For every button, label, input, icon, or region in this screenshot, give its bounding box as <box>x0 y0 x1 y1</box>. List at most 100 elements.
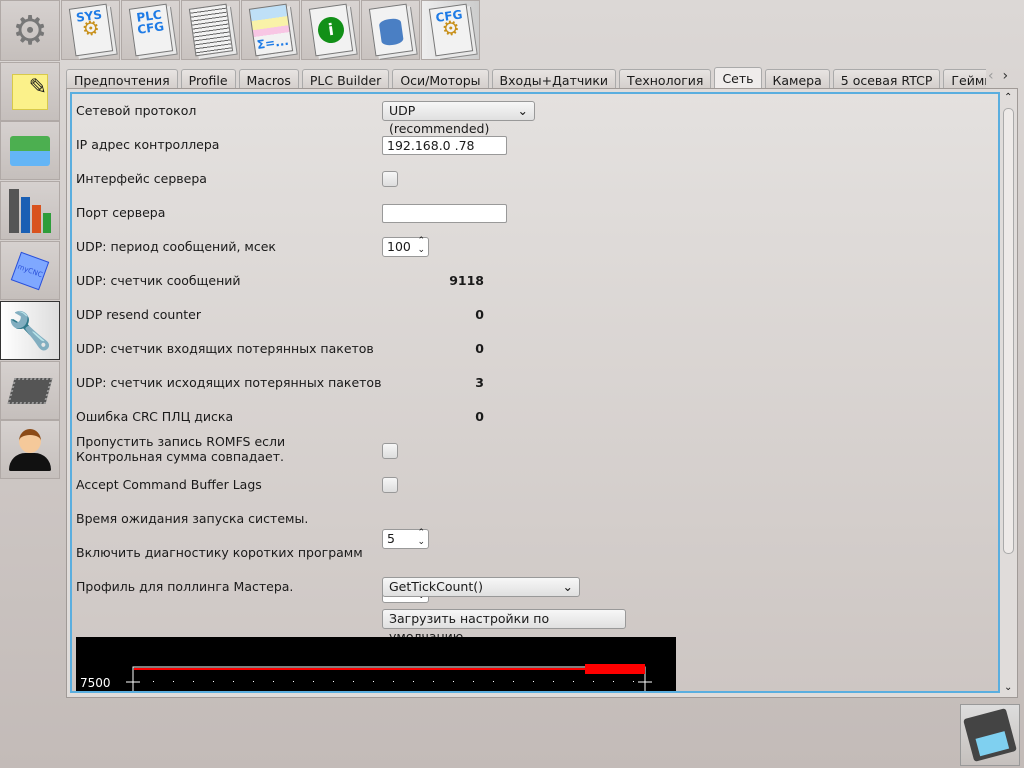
sidebar-tools-chart[interactable] <box>0 181 60 240</box>
grid-dot <box>333 681 334 682</box>
udp-period-label: UDP: период сообщений, мсек <box>76 239 276 254</box>
sidebar-mycnc[interactable]: myCNC <box>0 241 60 300</box>
grid-dot <box>153 681 154 682</box>
chevron-down-icon: ⌄ <box>562 579 573 594</box>
grid-dot <box>593 681 594 682</box>
toolbar-plc-config[interactable]: PLC CFG <box>121 0 180 60</box>
polling-profile-label: Профиль для поллинга Мастера. <box>76 579 294 594</box>
udp-resend-label: UDP resend counter <box>76 307 201 322</box>
grid-dot <box>253 681 254 682</box>
grid-dot <box>413 681 414 682</box>
grid-dot <box>513 681 514 682</box>
plot-frame <box>132 666 646 691</box>
bar-chart-icon <box>9 188 51 233</box>
grid-dots <box>153 681 634 682</box>
tab-scroll-right-icon[interactable]: › <box>1003 68 1009 84</box>
load-defaults-button[interactable]: Загрузить настройки по умолчанию <box>382 609 626 644</box>
skip-romfs-checkbox[interactable] <box>382 443 398 459</box>
chip-icon <box>7 377 53 404</box>
toolbar-info[interactable]: i <box>301 0 360 60</box>
grid-dot <box>353 681 354 682</box>
udp-resend-value: 0 <box>475 307 484 322</box>
scrollbar-thumb[interactable] <box>1003 108 1014 554</box>
grid-dot <box>453 681 454 682</box>
network-settings-panel: Сетевой протокол UDP (recommended) ⌄ IP а… <box>66 88 1018 698</box>
startup-timeout-label: Время ожидания запуска системы. <box>76 511 309 526</box>
chevron-down-icon: ⌄ <box>517 103 528 118</box>
tab-0[interactable]: Предпочтения <box>66 69 178 89</box>
info-label: i <box>315 15 346 45</box>
startup-timeout-spinbox[interactable]: 5 ⌃ ⌄ <box>382 529 429 549</box>
books-icon <box>10 135 50 166</box>
server-interface-label: Интерфейс сервера <box>76 171 207 186</box>
sidebar-chip[interactable] <box>0 361 60 420</box>
scroll-down-icon[interactable]: ⌄ <box>1004 682 1012 693</box>
udp-out-lost-label: UDP: счетчик исходящих потерянных пакето… <box>76 375 382 390</box>
tab-8[interactable]: Камера <box>764 69 830 89</box>
sidebar-user[interactable] <box>0 420 60 479</box>
server-port-label: Порт сервера <box>76 205 166 220</box>
tab-3[interactable]: PLC Builder <box>301 69 390 89</box>
tab-bar: Предпочтения Profile Macros PLC Builder Оси/… <box>66 67 986 89</box>
udp-counter-label: UDP: счетчик сообщений <box>76 273 241 288</box>
save-button[interactable] <box>960 704 1020 766</box>
user-avatar-icon <box>9 428 51 471</box>
sidebar-configuration[interactable]: 🔧 <box>0 301 60 360</box>
sys-config-icon: SYS ⚙ <box>68 3 113 57</box>
tab-5[interactable]: Входы+Датчики <box>491 69 617 89</box>
vertical-scrollbar[interactable]: ⌃ ⌄ <box>1001 92 1017 693</box>
signal-chart: 7500 <box>76 637 676 691</box>
toolbar-sys-config[interactable]: SYS ⚙ <box>61 0 120 60</box>
tab-4[interactable]: Оси/Моторы <box>392 69 489 89</box>
startup-timeout-value: 5 <box>387 531 395 546</box>
grid-dot <box>433 681 434 682</box>
spin-arrows-icon[interactable]: ⌃⌄ <box>417 237 425 255</box>
udp-period-spinbox[interactable]: 100 ⌃ ⌄ <box>382 237 429 257</box>
server-interface-checkbox[interactable] <box>382 171 398 187</box>
grid-dot <box>293 681 294 682</box>
tab-10[interactable]: Геймпад <box>943 69 986 89</box>
tab-9[interactable]: 5 осевая RTCP <box>832 69 941 89</box>
spin-arrows-icon[interactable]: ⌃⌄ <box>417 529 425 547</box>
tab-scroll-left-icon[interactable]: ‹ <box>988 68 994 84</box>
protocol-select[interactable]: UDP (recommended) ⌄ <box>382 101 535 136</box>
udp-counter-value: 9118 <box>449 273 484 288</box>
grid-dot <box>633 681 634 682</box>
tab-2[interactable]: Macros <box>238 69 299 89</box>
sidebar-books[interactable] <box>0 121 60 180</box>
polling-profile-select[interactable]: GetTickCount() ⌄ <box>382 577 580 597</box>
text-document-icon <box>188 3 233 57</box>
grid-dot <box>553 681 554 682</box>
toolbar-cfg[interactable]: CFG ⚙ <box>421 0 480 60</box>
settings-form: Сетевой протокол UDP (recommended) ⌄ IP а… <box>70 92 1000 693</box>
server-port-input[interactable] <box>382 204 507 223</box>
grid-dot <box>613 681 614 682</box>
formula-label: Σ=... <box>255 33 290 53</box>
toolbar-table-formula[interactable]: Σ=... <box>241 0 300 60</box>
cmd-lags-checkbox[interactable] <box>382 477 398 493</box>
info-icon: i <box>308 3 353 57</box>
tab-7[interactable]: Сеть <box>714 67 762 89</box>
grid-dot <box>233 681 234 682</box>
polling-profile-value: GetTickCount() <box>389 579 483 594</box>
toolbar-database[interactable] <box>361 0 420 60</box>
sidebar-notes[interactable]: ✎ <box>0 62 60 121</box>
protocol-value: UDP (recommended) <box>389 103 490 136</box>
toolbar-text-doc[interactable] <box>181 0 240 60</box>
tab-1[interactable]: Profile <box>180 69 236 89</box>
tab-6[interactable]: Технология <box>619 69 712 89</box>
grid-dot <box>313 681 314 682</box>
protocol-label: Сетевой протокол <box>76 103 197 118</box>
crc-error-value: 0 <box>475 409 484 424</box>
grid-dot <box>273 681 274 682</box>
grid-dot <box>173 681 174 682</box>
udp-in-lost-value: 0 <box>475 341 484 356</box>
cfg-icon: CFG ⚙ <box>428 3 473 57</box>
short-diag-label: Включить диагностику коротких программ <box>76 545 363 560</box>
scroll-up-icon[interactable]: ⌃ <box>1004 92 1012 103</box>
table-formula-icon: Σ=... <box>248 3 293 57</box>
udp-out-lost-value: 3 <box>475 375 484 390</box>
mycnc-rotate-icon: myCNC <box>10 251 50 290</box>
ip-input[interactable]: 192.168.0 .78 <box>382 136 507 155</box>
settings-gears-button[interactable]: ⚙ <box>0 0 60 61</box>
